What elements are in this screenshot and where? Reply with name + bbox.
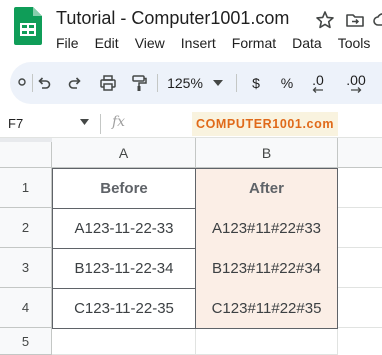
cell-a2[interactable]: A123-11-22-33 [52,208,196,249]
cell-b5[interactable] [196,329,338,355]
star-icon[interactable] [315,10,335,30]
print-button[interactable] [97,62,119,104]
formula-bar: F7 fx COMPUTER1001.com [0,110,382,138]
select-all-corner[interactable] [0,138,52,168]
cell-b2[interactable]: A123#11#22#33 [196,208,338,249]
undo-icon [38,77,51,89]
toolbar-divider [32,74,33,92]
menu-tools[interactable]: Tools [338,35,371,51]
arrow-right-icon [351,87,362,93]
column-header-a[interactable]: A [52,138,196,168]
print-icon [100,75,116,91]
cell-c3[interactable] [338,248,382,288]
name-box[interactable]: F7 [8,116,23,131]
menu-data[interactable]: Data [292,35,322,51]
increase-decimal-label: .00 [346,72,366,88]
column-header-b[interactable]: B [196,138,338,168]
column-header-c[interactable] [338,138,382,168]
increase-decimal-button[interactable]: .00 [341,62,371,104]
menu-bar: File Edit View Insert Format Data Tools [56,35,370,51]
row-header-1[interactable]: 1 [0,168,52,208]
cell-a1[interactable]: Before [52,168,196,209]
cloud-status-icon[interactable] [373,10,382,30]
row-header-4[interactable]: 4 [0,288,52,328]
format-currency-button[interactable]: $ [246,62,266,104]
document-title[interactable]: Tutorial - Computer1001.com [56,8,289,29]
cell-a4[interactable]: C123-11-22-35 [52,288,196,329]
zoom-select[interactable]: 125% [162,62,228,104]
move-to-folder-icon[interactable] [345,10,365,30]
formula-bar-divider [100,114,101,134]
corner-marker [0,138,52,142]
spreadsheet-grid: A B 1 2 3 4 5 Before After A123-11-22-33… [0,138,382,355]
percent-label: % [280,75,294,91]
cell-c2[interactable] [338,208,382,248]
redo-button[interactable] [65,62,85,104]
cell-a3[interactable]: B123-11-22-34 [52,248,196,289]
row-header-2[interactable]: 2 [0,208,52,248]
cell-c4[interactable] [338,288,382,328]
chevron-down-icon [212,80,223,86]
paint-format-button[interactable] [128,62,150,104]
menu-view[interactable]: View [135,35,165,51]
decrease-decimal-label: .0 [312,72,324,88]
menu-format[interactable]: Format [232,35,276,51]
cell-c1[interactable] [338,168,382,208]
arrow-left-icon [312,87,323,93]
redo-icon [68,77,81,89]
paint-format-icon [132,75,147,91]
menu-file[interactable]: File [56,35,79,51]
zoom-value: 125% [167,75,203,91]
menu-insert[interactable]: Insert [181,35,216,51]
watermark: COMPUTER1001.com [192,112,338,136]
toolbar-divider [236,74,237,92]
cell-b3[interactable]: B123#11#22#34 [196,248,338,289]
cell-b4[interactable]: C123#11#22#35 [196,288,338,329]
undo-button[interactable] [34,62,54,104]
row-header-3[interactable]: 3 [0,248,52,288]
row-header-5[interactable]: 5 [0,328,52,355]
sheets-logo-icon[interactable] [14,7,42,45]
fx-icon: fx [112,114,126,130]
decrease-decimal-button[interactable]: .0 [306,62,330,104]
currency-label: $ [252,75,260,91]
format-percent-button[interactable]: % [277,62,297,104]
menu-edit[interactable]: Edit [95,35,119,51]
search-menus-icon[interactable] [16,62,30,104]
chevron-down-icon[interactable] [80,119,89,125]
cell-a5[interactable] [52,329,196,355]
toolbar-divider [157,74,158,92]
cell-b1[interactable]: After [196,168,338,209]
toolbar: 125% $ % .0 .00 [10,62,382,104]
